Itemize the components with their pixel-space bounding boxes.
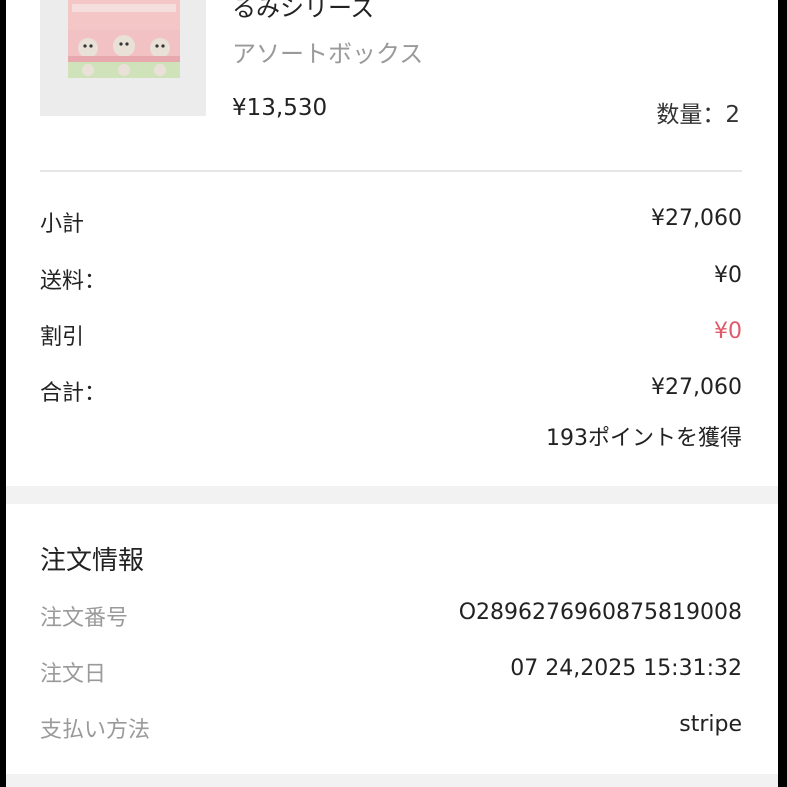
shipping-label: 送料： — [40, 269, 107, 294]
order-items-card: るみシリーズ アソートボックス ¥13,530 数量：2 小計 ¥27,060 … — [6, 0, 778, 486]
payment-method-row: 支払い方法 stripe — [40, 712, 742, 746]
order-info-title: 注文情報 — [40, 546, 145, 576]
order-date-value: 07 24,2025 15:31:32 — [510, 656, 742, 681]
order-date-label: 注文日 — [40, 662, 107, 687]
subtotal-value: ¥27,060 — [651, 206, 742, 231]
product-quantity: 数量：2 — [656, 102, 740, 128]
subtotal-label: 小計 — [40, 212, 85, 237]
payment-method-value: stripe — [679, 712, 742, 737]
product-name[interactable]: るみシリーズ — [232, 0, 375, 23]
discount-row: 割引 ¥0 — [40, 319, 742, 353]
shipping-row: 送料： ¥0 — [40, 263, 742, 297]
section-divider — [40, 170, 742, 172]
product-box-image — [68, 0, 180, 78]
total-value: ¥27,060 — [651, 375, 742, 400]
discount-label: 割引 — [40, 325, 85, 350]
product-unit-price: ¥13,530 — [232, 95, 328, 121]
total-label: 合計： — [40, 381, 107, 406]
order-number-label: 注文番号 — [40, 606, 129, 631]
payment-method-label: 支払い方法 — [40, 718, 151, 743]
total-row: 合計： ¥27,060 — [40, 375, 742, 409]
points-earned: 193ポイントを獲得 — [546, 426, 742, 451]
product-thumbnail[interactable] — [40, 0, 206, 116]
order-detail-screen: るみシリーズ アソートボックス ¥13,530 数量：2 小計 ¥27,060 … — [6, 0, 778, 787]
discount-value: ¥0 — [714, 319, 742, 344]
order-number-row: 注文番号 O2896276960875819008 — [40, 600, 742, 634]
product-variant: アソートボックス — [232, 40, 424, 68]
shipping-value: ¥0 — [714, 263, 742, 288]
order-info-card: 注文情報 注文番号 O2896276960875819008 注文日 07 24… — [6, 504, 778, 774]
order-date-row: 注文日 07 24,2025 15:31:32 — [40, 656, 742, 690]
order-number-value[interactable]: O2896276960875819008 — [459, 600, 742, 625]
subtotal-row: 小計 ¥27,060 — [40, 206, 742, 240]
